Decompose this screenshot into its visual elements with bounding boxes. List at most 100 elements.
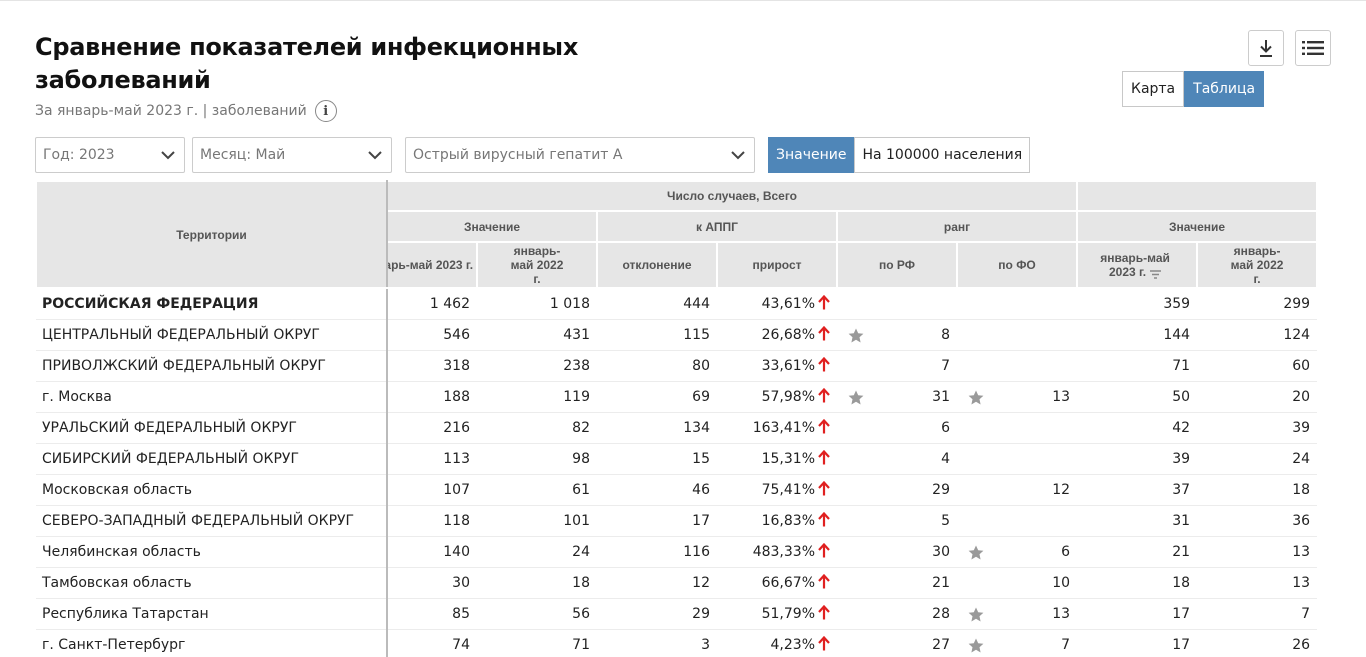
rank-fo-cell: 7 [957, 629, 1078, 657]
value-2022-cell: 18 [477, 567, 597, 599]
table-row[interactable]: г. Санкт-Петербург 74 71 3 4,23% 27 7 17 26 [36, 629, 1318, 657]
territory-cell[interactable]: г. Москва [36, 381, 388, 413]
rank-fo-value: 12 [1052, 481, 1071, 498]
table-row[interactable]: Тамбовская область 30 18 12 66,67% 21 10 18 13 [36, 567, 1318, 599]
header-rank-rf[interactable]: по РФ [836, 241, 958, 289]
per-value-2023-cell: 18 [1077, 567, 1198, 599]
arrow-up-icon [818, 326, 830, 341]
growth-cell: 15,31% [717, 443, 837, 475]
territory-cell[interactable]: Московская область [36, 474, 388, 506]
chevron-down-icon [368, 151, 382, 160]
arrow-up-icon [818, 636, 830, 651]
map-view-button[interactable]: Карта [1122, 71, 1185, 107]
header-jan-may-2022[interactable]: январь-май 2022 г. [476, 241, 598, 289]
territory-cell[interactable]: ПРИВОЛЖСКИЙ ФЕДЕРАЛЬНЫЙ ОКРУГ [36, 350, 388, 382]
arrow-up-icon [818, 419, 830, 434]
rank-fo-cell [957, 505, 1078, 537]
growth-cell: 57,98% [717, 381, 837, 413]
rank-rf-cell: 27 [837, 629, 957, 657]
territory-cell[interactable]: Республика Татарстан [36, 598, 388, 630]
table-view-button[interactable]: Таблица [1184, 71, 1265, 107]
territory-cell[interactable]: УРАЛЬСКИЙ ФЕДЕРАЛЬНЫЙ ОКРУГ [36, 412, 388, 444]
territory-cell[interactable]: ЦЕНТРАЛЬНЫЙ ФЕДЕРАЛЬНЫЙ ОКРУГ [36, 319, 388, 351]
value-2023-cell: 107 [387, 474, 477, 506]
deviation-cell: 115 [597, 319, 717, 351]
territory-cell[interactable]: г. Санкт-Петербург [36, 629, 388, 657]
territory-cell[interactable]: РОССИЙСКАЯ ФЕДЕРАЦИЯ [36, 288, 388, 320]
rank-fo-cell: 10 [957, 567, 1078, 599]
header-jan-may-2023[interactable]: январь-май 2023 г. [386, 241, 478, 289]
header-deviation[interactable]: отклонение [596, 241, 718, 289]
month-select[interactable]: Месяц: Май [192, 137, 392, 173]
value-2022-cell: 56 [477, 598, 597, 630]
year-select[interactable]: Год: 2023 [35, 137, 185, 173]
mode-toggle: Значение На 100000 населения [768, 137, 1031, 173]
rank-rf-cell: 29 [837, 474, 957, 506]
table-row[interactable]: Челябинская область 140 24 116 483,33% 30 6 21 1… [36, 536, 1318, 568]
table-row[interactable]: СИБИРСКИЙ ФЕДЕРАЛЬНЫЙ ОКРУГ 113 98 15 15,31%… [36, 443, 1318, 475]
rank-fo-value: 6 [1061, 543, 1071, 560]
territory-cell[interactable]: Тамбовская область [36, 567, 388, 599]
rank-fo-cell [957, 288, 1078, 320]
growth-value: 26,68% [761, 327, 815, 343]
per-value-2022-cell: 124 [1197, 319, 1318, 351]
territory-cell[interactable]: СИБИРСКИЙ ФЕДЕРАЛЬНЫЙ ОКРУГ [36, 443, 388, 475]
rank-fo-value: 10 [1052, 574, 1071, 591]
header-jan-may-2023-b[interactable]: январь-май 2023 г. [1076, 241, 1199, 289]
per-value-2022-cell: 60 [1197, 350, 1318, 382]
rank-fo-value: 13 [1052, 388, 1071, 405]
menu-button[interactable] [1295, 30, 1331, 66]
table-row[interactable]: УРАЛЬСКИЙ ФЕДЕРАЛЬНЫЙ ОКРУГ 216 82 134 163,4… [36, 412, 1318, 444]
value-2023-cell: 188 [387, 381, 477, 413]
deviation-cell: 17 [597, 505, 717, 537]
per-value-2022-cell: 299 [1197, 288, 1318, 320]
per-value-2022-cell: 7 [1197, 598, 1318, 630]
rank-fo-cell: 12 [957, 474, 1078, 506]
rank-rf-cell: 21 [837, 567, 957, 599]
value-2023-cell: 74 [387, 629, 477, 657]
page-title: Сравнение показателей инфекционных забол… [35, 33, 578, 94]
table-row[interactable]: ЦЕНТРАЛЬНЫЙ ФЕДЕРАЛЬНЫЙ ОКРУГ 546 431 115 26… [36, 319, 1318, 351]
star-icon [848, 328, 864, 342]
top-divider [0, 0, 1366, 1]
table-row[interactable]: Московская область 107 61 46 75,41% 29 12 37 18 [36, 474, 1318, 506]
rank-rf-value: 5 [941, 512, 950, 529]
download-button[interactable] [1248, 30, 1284, 66]
header-jan-may-2022-b[interactable]: январь-май 2022 г. [1196, 241, 1319, 289]
header-rank-fo[interactable]: по ФО [955, 241, 1079, 289]
arrow-up-icon [818, 450, 830, 465]
value-2022-cell: 101 [477, 505, 597, 537]
deviation-cell: 116 [597, 536, 717, 568]
per-value-2023-cell: 31 [1077, 505, 1198, 537]
per100k-mode-button[interactable]: На 100000 населения [854, 137, 1031, 173]
star-icon [968, 545, 984, 559]
deviation-cell: 15 [597, 443, 717, 475]
per-value-2023-cell: 37 [1077, 474, 1198, 506]
header-territory[interactable]: Территории [35, 180, 388, 289]
territory-cell[interactable]: Челябинская область [36, 536, 388, 568]
table-row[interactable]: СЕВЕРО-ЗАПАДНЫЙ ФЕДЕРАЛЬНЫЙ ОКРУГ 118 101 1… [36, 505, 1318, 537]
rank-fo-cell [957, 350, 1078, 382]
table-row[interactable]: г. Москва 188 119 69 57,98% 31 13 50 20 [36, 381, 1318, 413]
disease-select-value: Острый вирусный гепатит А [413, 147, 623, 163]
arrow-up-icon [818, 605, 830, 620]
table-row[interactable]: Республика Татарстан 85 56 29 51,79% 28 13 17 7 [36, 598, 1318, 630]
territory-cell[interactable]: СЕВЕРО-ЗАПАДНЫЙ ФЕДЕРАЛЬНЫЙ ОКРУГ [36, 505, 388, 537]
table-row[interactable]: ПРИВОЛЖСКИЙ ФЕДЕРАЛЬНЫЙ ОКРУГ 318 238 80 33,… [36, 350, 1318, 382]
deviation-cell: 80 [597, 350, 717, 382]
disease-select[interactable]: Острый вирусный гепатит А [405, 137, 755, 173]
rank-fo-cell: 13 [957, 598, 1078, 630]
rank-rf-cell: 31 [837, 381, 957, 413]
per-value-2023-cell: 50 [1077, 381, 1198, 413]
info-icon[interactable]: i [314, 100, 337, 122]
sort-icon [1150, 270, 1162, 279]
deviation-cell: 134 [597, 412, 717, 444]
table-row[interactable]: РОССИЙСКАЯ ФЕДЕРАЦИЯ 1 462 1 018 444 43,61% 3… [36, 288, 1318, 320]
per-value-2023-cell: 71 [1077, 350, 1198, 382]
per-value-2023-cell: 359 [1077, 288, 1198, 320]
header-growth[interactable]: прирост [716, 241, 838, 289]
value-mode-button[interactable]: Значение [768, 137, 855, 173]
growth-cell: 51,79% [717, 598, 837, 630]
rank-rf-cell: 8 [837, 319, 957, 351]
per-value-2022-cell: 36 [1197, 505, 1318, 537]
